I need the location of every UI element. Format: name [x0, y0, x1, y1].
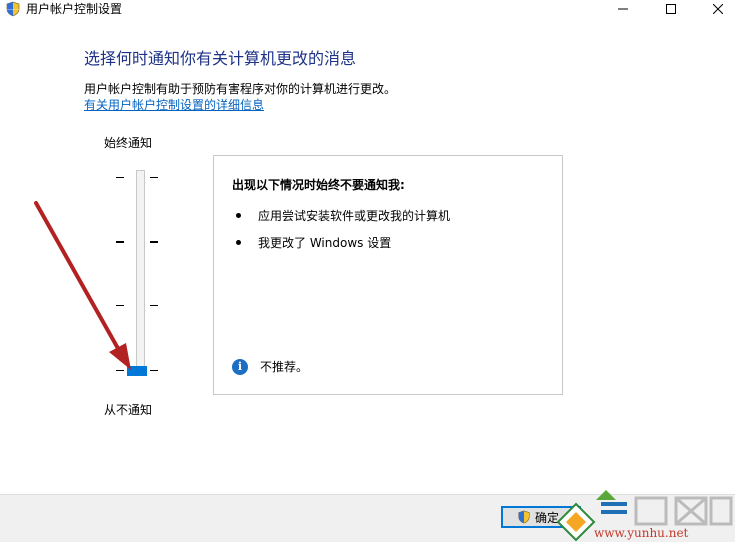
info-icon: i [232, 358, 248, 375]
info-panel-title: 出现以下情况时始终不要通知我: [232, 178, 405, 192]
bullet-icon [236, 240, 241, 245]
recommendation-note: i 不推荐。 [232, 358, 308, 375]
list-item: 我更改了 Windows 设置 [236, 234, 391, 251]
watermark-text: www.yunhu.net [594, 526, 689, 540]
note-text: 不推荐。 [260, 360, 309, 374]
watermark: www.yunhu.net [556, 484, 735, 542]
list-item-text: 我更改了 Windows 设置 [258, 236, 392, 250]
uac-shield-icon [518, 510, 530, 524]
list-item: 应用尝试安装软件或更改我的计算机 [236, 207, 450, 224]
list-item-text: 应用尝试安装软件或更改我的计算机 [258, 209, 451, 223]
bullet-icon [236, 213, 241, 218]
